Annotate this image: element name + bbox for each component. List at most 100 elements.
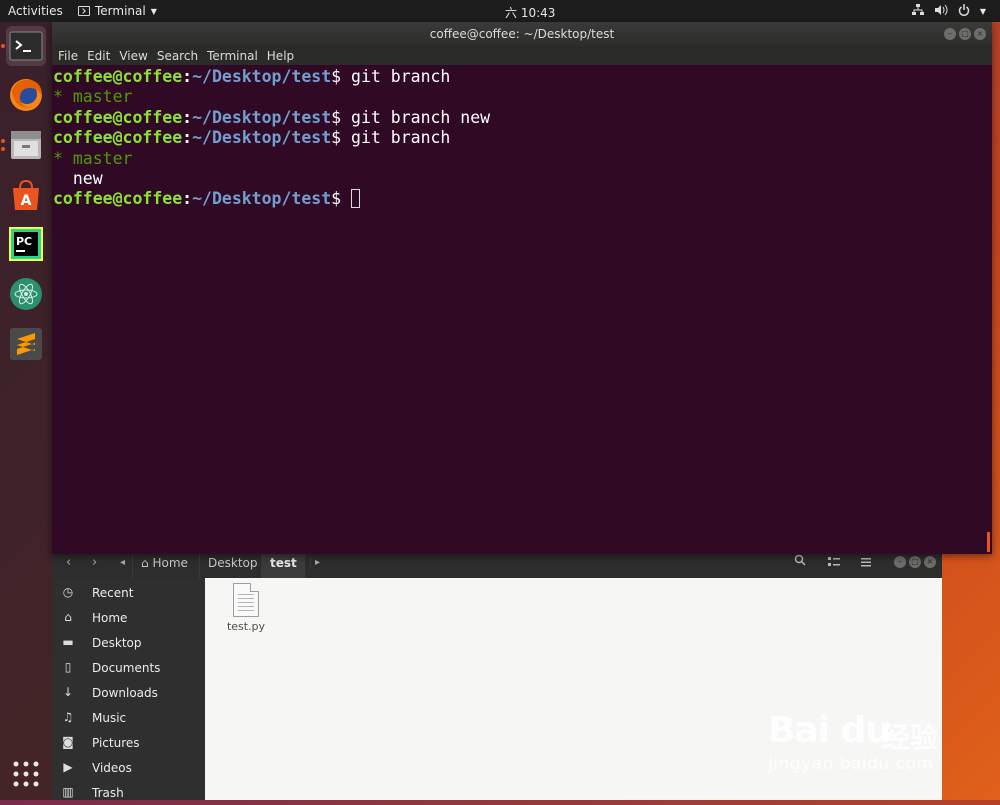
sidebar-item-home[interactable]: ⌂ Home [52, 605, 205, 630]
view-options-icon[interactable] [828, 556, 840, 571]
terminal-small-icon [78, 6, 90, 16]
terminal-command-line: coffee@coffee:~/Desktop/test$ git branch [53, 67, 992, 87]
minimize-icon[interactable]: – [944, 28, 956, 40]
sidebar-item-documents[interactable]: ▯ Documents [52, 655, 205, 680]
back-icon[interactable]: ‹ [66, 555, 71, 570]
close-icon[interactable]: × [924, 556, 936, 568]
maximize-icon[interactable]: □ [909, 556, 921, 568]
menu-edit[interactable]: Edit [87, 49, 110, 63]
prompt-user: coffee@coffee [53, 67, 183, 86]
branch-name: new [53, 169, 103, 189]
prompt-path: ~/Desktop/test [192, 189, 332, 209]
file-item[interactable]: test.py [225, 583, 267, 633]
terminal-icon [9, 31, 43, 61]
menu-search[interactable]: Search [157, 49, 198, 63]
watermark-cn: 经验 [882, 721, 939, 754]
running-indicator [1, 44, 5, 48]
trash-icon: ▥ [62, 785, 74, 799]
sidebar-item-music[interactable]: ♫ Music [52, 705, 205, 730]
menu-help[interactable]: Help [267, 49, 294, 63]
sidebar-item-recent[interactable]: ◷ Recent [52, 580, 205, 605]
path-right-arrow-icon[interactable]: ▸ [310, 557, 320, 568]
pycharm-icon: PC [9, 227, 43, 261]
files-sidebar: ◷ Recent ⌂ Home ▬ Desktop ▯ Documents ↓ Downl… [52, 578, 205, 800]
app-menu-label: Terminal [95, 4, 146, 18]
command-text: git branch [351, 128, 451, 148]
forward-icon[interactable]: › [92, 555, 97, 570]
command-text: git branch [351, 67, 451, 86]
terminal-output-line: * master [53, 149, 992, 169]
dock-pycharm[interactable]: PC [6, 224, 46, 264]
download-icon: ↓ [62, 685, 74, 699]
dock-atom[interactable] [6, 274, 46, 314]
app-menu[interactable]: Terminal ▼ [78, 4, 157, 18]
sidebar-item-videos[interactable]: ▶ Videos [52, 755, 205, 780]
top-bar: Activities Terminal ▼ 六 10:43 ▼ [0, 0, 1000, 22]
prompt-path: ~/Desktop/test [192, 128, 332, 148]
watermark-url: jingyan.baidu.com [768, 754, 934, 774]
terminal-scrollbar[interactable] [987, 532, 990, 552]
running-indicator [1, 147, 5, 151]
terminal-command-line: coffee@coffee:~/Desktop/test$ git branch… [53, 108, 992, 128]
system-tray[interactable]: ▼ [911, 4, 986, 19]
menu-view[interactable]: View [119, 49, 147, 63]
folder-icon: ▬ [62, 635, 74, 649]
maximize-icon[interactable]: □ [959, 28, 971, 40]
show-applications-icon [13, 761, 39, 787]
path-left-arrow-icon[interactable]: ◂ [120, 557, 125, 568]
minimize-icon[interactable]: – [894, 556, 906, 568]
dock-firefox[interactable] [6, 75, 46, 115]
text-file-icon [233, 583, 259, 617]
activities-button[interactable]: Activities [8, 4, 63, 18]
terminal-menubar: File Edit View Search Terminal Help [52, 46, 992, 65]
current-branch: * master [53, 148, 133, 168]
dock: A PC [0, 22, 52, 800]
music-icon: ♫ [62, 710, 74, 724]
sidebar-item-trash[interactable]: ▥ Trash [52, 780, 205, 805]
prompt-colon: : [182, 107, 193, 127]
dock-files[interactable] [1, 125, 46, 165]
terminal-titlebar[interactable]: coffee@coffee: ~/Desktop/test – □ × [52, 22, 992, 46]
volume-icon [934, 4, 948, 19]
svg-text:PC: PC [16, 235, 32, 248]
prompt-path: ~/Desktop/test [192, 107, 332, 127]
video-icon: ▶ [63, 760, 73, 774]
home-icon: ⌂ [64, 610, 72, 624]
baidu-watermark: Bai du 经验 jingyan.baidu.com [764, 690, 964, 780]
prompt-dollar: $ [331, 107, 352, 127]
file-name: test.py [226, 620, 266, 633]
close-icon[interactable]: × [974, 28, 986, 40]
software-center-icon: A [13, 179, 39, 210]
prompt-dollar: $ [331, 67, 352, 86]
terminal-output-line: new [53, 169, 992, 189]
dock-software[interactable]: A [6, 175, 46, 215]
prompt-user: coffee@coffee [53, 107, 183, 127]
terminal-window[interactable]: coffee@coffee: ~/Desktop/test – □ × File… [52, 22, 992, 554]
clock[interactable]: 六 10:43 [505, 4, 555, 21]
prompt-dollar: $ [331, 189, 352, 209]
sidebar-item-desktop[interactable]: ▬ Desktop [52, 630, 205, 655]
terminal-command-line: coffee@coffee:~/Desktop/test$ [53, 189, 992, 209]
menu-icon[interactable] [861, 556, 871, 571]
terminal-output-line: * master [53, 87, 992, 107]
sidebar-item-downloads[interactable]: ↓ Downloads [52, 680, 205, 705]
prompt-colon: : [182, 67, 193, 86]
prompt-colon: : [182, 189, 193, 209]
window-title: coffee@coffee: ~/Desktop/test [429, 27, 615, 41]
show-applications-button[interactable] [6, 754, 46, 794]
files-window-controls: – □ × [894, 556, 936, 568]
search-icon[interactable] [794, 554, 806, 570]
dock-terminal[interactable] [1, 26, 46, 66]
terminal-command-line: coffee@coffee:~/Desktop/test$ git branch [53, 128, 992, 148]
menu-file[interactable]: File [58, 49, 78, 63]
sidebar-item-pictures[interactable]: ◙ Pictures [52, 730, 205, 755]
dock-sublime[interactable] [6, 324, 46, 364]
atom-icon [10, 278, 42, 310]
terminal-output[interactable]: coffee@coffee:~/Desktop/test$ git branch… [52, 65, 992, 210]
clock-icon: ◷ [62, 585, 74, 599]
prompt-dollar: $ [331, 128, 352, 148]
current-branch: * master [53, 87, 133, 107]
menu-terminal[interactable]: Terminal [207, 49, 258, 63]
running-indicator [1, 139, 5, 143]
svg-text:A: A [21, 193, 32, 209]
